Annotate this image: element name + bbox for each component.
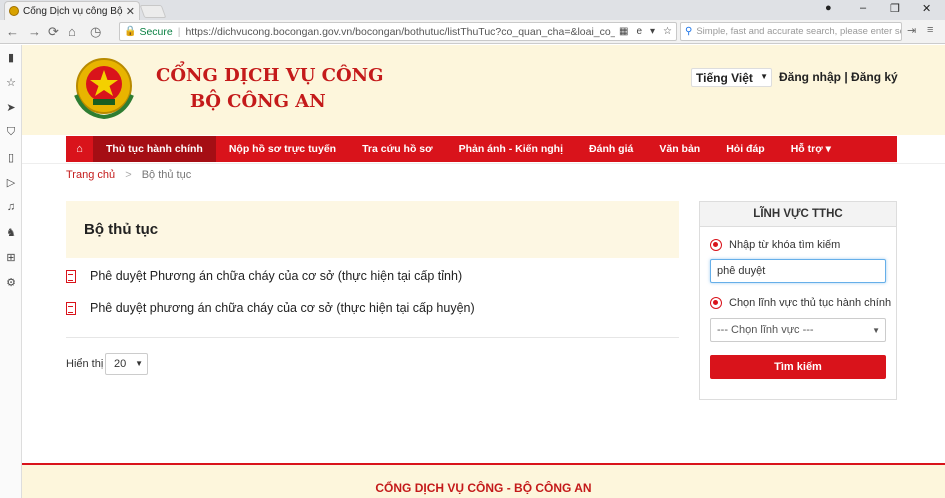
nav-item-tra-cuu[interactable]: Tra cứu hồ sơ xyxy=(349,136,446,162)
field-radio[interactable]: Chọn lĩnh vực thủ tục hành chính xyxy=(710,297,891,309)
maximize-button[interactable]: ❐ xyxy=(890,2,900,15)
brand-title-line2[interactable]: BỘ CÔNG AN xyxy=(190,91,326,112)
minimize-button[interactable]: – xyxy=(860,2,866,14)
qr-code-icon[interactable]: ▦ xyxy=(619,26,628,37)
dropdown-icon[interactable]: ▾ xyxy=(650,26,655,37)
filter-panel-title: LĨNH VỰC TTHC xyxy=(700,202,896,227)
keyword-radio-label: Nhập từ khóa tìm kiếm xyxy=(729,239,841,251)
lock-icon: 🔒 xyxy=(124,26,137,37)
police-emblem-logo[interactable] xyxy=(66,55,142,121)
nav-item-danh-gia[interactable]: Đánh giá xyxy=(576,136,646,162)
browser-toolbar: ← → ⟳ ⌂ ◷ 🔒 Secure | https://dichvucong.… xyxy=(0,20,945,44)
nav-item-van-ban[interactable]: Văn bản xyxy=(646,136,713,162)
keyword-input[interactable] xyxy=(710,259,886,283)
register-link[interactable]: Đăng ký xyxy=(851,70,898,84)
nav-item-phan-anh[interactable]: Phản ánh - Kiến nghị xyxy=(446,136,576,162)
history-button[interactable]: ◷ xyxy=(90,24,101,40)
main-nav: ⌂ Thủ tục hành chính Nộp hồ sơ trực tuyế… xyxy=(66,136,897,162)
search-placeholder: Simple, fast and accurate search, please… xyxy=(696,26,902,37)
divider xyxy=(22,163,945,164)
procedure-link[interactable]: Phê duyệt phương án chữa cháy của cơ sở … xyxy=(90,301,475,315)
ie-mode-icon[interactable]: e xyxy=(636,26,642,37)
brand-title-line1[interactable]: CỔNG DỊCH VỤ CÔNG xyxy=(156,65,384,86)
url-text[interactable]: https://dichvucong.bocongan.gov.vn/bocon… xyxy=(185,26,615,38)
home-button[interactable]: ⌂ xyxy=(68,24,76,39)
field-radio-label: Chọn lĩnh vực thủ tục hành chính xyxy=(729,297,892,309)
address-separator: | xyxy=(177,25,181,38)
browser-sidebar: ▮ ☆ ➤ ⛉ ▯ ▷ ♫ ♞ ⊞ ⚙ xyxy=(0,45,22,498)
language-value: Tiếng Việt xyxy=(696,71,753,85)
send-icon[interactable]: ➤ xyxy=(4,101,18,114)
list-divider xyxy=(66,337,679,338)
page-size-label: Hiển thị xyxy=(66,358,104,370)
page-size-select[interactable]: 20 ▼ xyxy=(105,353,148,375)
page-title: Bộ thủ tục xyxy=(84,221,159,238)
bookmark-icon[interactable]: ▮ xyxy=(4,51,18,64)
close-window-button[interactable]: ✕ xyxy=(922,2,931,15)
auth-separator: | xyxy=(844,70,848,84)
field-select[interactable]: --- Chọn lĩnh vực --- ▼ xyxy=(710,318,886,342)
auth-links: Đăng nhập | Đăng ký xyxy=(779,70,898,84)
new-tab-button[interactable] xyxy=(139,5,167,18)
back-button[interactable]: ← xyxy=(6,24,19,39)
radio-checked-icon[interactable] xyxy=(710,239,722,251)
search-icon: ⚲ xyxy=(685,26,693,37)
forward-button[interactable]: → xyxy=(28,24,41,39)
page-title-card: Bộ thủ tục xyxy=(66,201,679,258)
game-icon[interactable]: ♞ xyxy=(4,226,18,239)
site-header: CỔNG DỊCH VỤ CÔNG BỘ CÔNG AN Tiếng Việt … xyxy=(22,45,945,135)
play-icon[interactable]: ▷ xyxy=(4,176,18,189)
search-button[interactable]: Tìm kiếm xyxy=(710,355,886,379)
filter-panel: LĨNH VỰC TTHC Nhập từ khóa tìm kiếm Chọn… xyxy=(699,201,897,400)
search-box[interactable]: ⚲ Simple, fast and accurate search, plea… xyxy=(680,22,902,41)
page-content: CỔNG DỊCH VỤ CÔNG BỘ CÔNG AN Tiếng Việt … xyxy=(22,45,945,498)
nav-item-hoi-dap[interactable]: Hỏi đáp xyxy=(713,136,778,162)
document-icon xyxy=(66,301,76,315)
browser-tab[interactable]: Cổng Dịch vụ công Bộ Cô ✕ xyxy=(4,1,140,20)
breadcrumb-current: Bộ thủ tục xyxy=(141,169,192,181)
secure-label: Secure xyxy=(139,25,173,38)
profile-icon[interactable]: ● xyxy=(825,2,832,14)
nav-item-thu-tuc[interactable]: Thủ tục hành chính xyxy=(93,136,216,162)
breadcrumb-separator: > xyxy=(125,169,132,181)
settings-icon[interactable]: ⚙ xyxy=(4,276,18,289)
reload-button[interactable]: ⟳ xyxy=(48,24,59,40)
procedure-item[interactable]: Phê duyệt Phương án chữa cháy của cơ sở … xyxy=(66,269,462,283)
language-select[interactable]: Tiếng Việt ▼ xyxy=(691,68,772,87)
chevron-down-icon: ▼ xyxy=(135,359,143,368)
page-size-value: 20 xyxy=(114,358,127,370)
footer-text: CỔNG DỊCH VỤ CÔNG - BỘ CÔNG AN xyxy=(375,481,592,495)
browser-tab-bar: Cổng Dịch vụ công Bộ Cô ✕ ● – ❐ ✕ xyxy=(0,0,945,20)
bookmark-star-icon[interactable]: ☆ xyxy=(663,26,672,37)
procedure-item[interactable]: Phê duyệt phương án chữa cháy của cơ sở … xyxy=(66,301,475,315)
address-bar[interactable]: 🔒 Secure | https://dichvucong.bocongan.g… xyxy=(119,22,677,41)
apps-icon[interactable]: ⊞ xyxy=(4,251,18,264)
breadcrumb: Trang chủ > Bộ thủ tục xyxy=(66,169,191,181)
breadcrumb-home-link[interactable]: Trang chủ xyxy=(66,169,115,181)
nav-item-ho-tro[interactable]: Hỗ trợ ▾ xyxy=(778,136,844,162)
procedure-link[interactable]: Phê duyệt Phương án chữa cháy của cơ sở … xyxy=(90,269,462,283)
nav-item-nop-ho-so[interactable]: Nộp hồ sơ trực tuyến xyxy=(216,136,349,162)
menu-icon[interactable]: ≡ xyxy=(927,24,933,36)
home-icon[interactable]: ⌂ xyxy=(66,143,93,155)
chevron-down-icon: ▼ xyxy=(872,326,880,335)
music-icon[interactable]: ♫ xyxy=(4,201,18,213)
star-icon[interactable]: ☆ xyxy=(4,76,18,89)
login-link[interactable]: Đăng nhập xyxy=(779,70,841,84)
exit-icon[interactable]: ⇥ xyxy=(907,24,916,37)
document-icon xyxy=(66,269,76,283)
tab-title: Cổng Dịch vụ công Bộ Cô xyxy=(23,5,123,17)
phone-icon[interactable]: ▯ xyxy=(4,151,18,164)
radio-checked-icon[interactable] xyxy=(710,297,722,309)
tab-close-icon[interactable]: ✕ xyxy=(126,5,135,18)
field-select-value: --- Chọn lĩnh vực --- xyxy=(717,324,814,336)
site-footer: CỔNG DỊCH VỤ CÔNG - BỘ CÔNG AN xyxy=(22,463,945,498)
chevron-down-icon: ▼ xyxy=(760,72,768,81)
keyword-radio[interactable]: Nhập từ khóa tìm kiếm xyxy=(710,239,840,251)
shield-icon[interactable]: ⛉ xyxy=(4,126,18,139)
site-favicon-icon xyxy=(9,6,19,16)
